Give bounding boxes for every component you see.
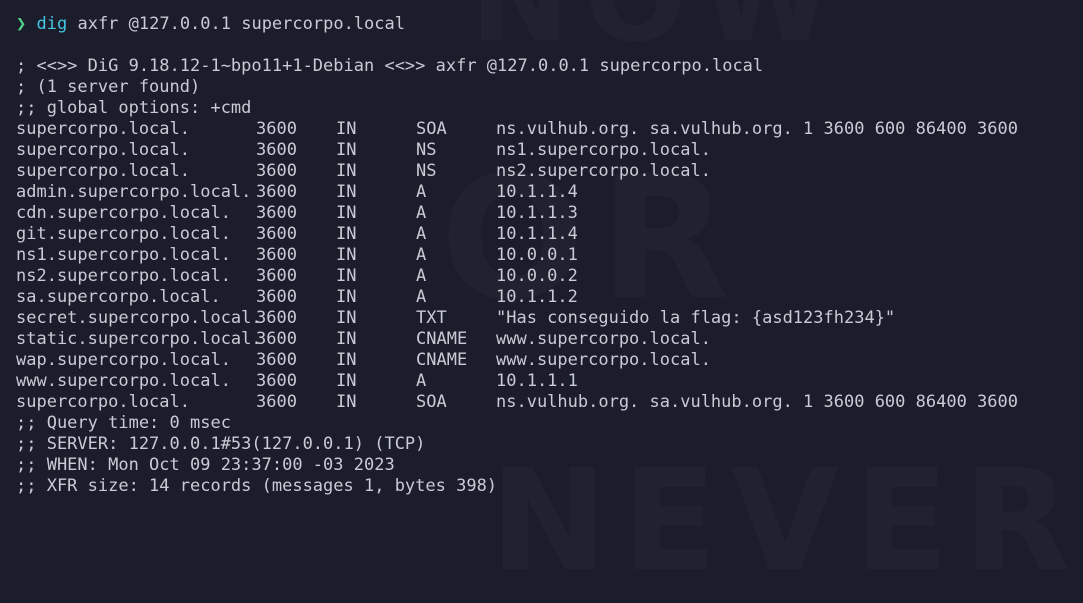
- record-type: TXT: [416, 308, 447, 328]
- record-class: IN: [336, 224, 357, 244]
- record-class: IN: [336, 182, 357, 202]
- record-data: ns.vulhub.org. sa.vulhub.org. 1 3600 600…: [496, 392, 1018, 412]
- record-data: www.supercorpo.local.: [496, 329, 711, 349]
- server-found-line: ; (1 server found): [16, 77, 201, 97]
- record-name: supercorpo.local.: [16, 161, 190, 181]
- background-watermark: NEVER: [490, 440, 1083, 603]
- record-class: IN: [336, 119, 357, 139]
- record-class: IN: [336, 287, 357, 307]
- server-line: ;; SERVER: 127.0.0.1#53(127.0.0.1) (TCP): [16, 434, 426, 454]
- record-data: 10.0.0.1: [496, 245, 578, 265]
- record-data: 10.1.1.3: [496, 203, 578, 223]
- record-class: IN: [336, 245, 357, 265]
- record-name: supercorpo.local.: [16, 119, 190, 139]
- record-type: SOA: [416, 119, 447, 139]
- record-ttl: 3600: [256, 119, 297, 139]
- command-prompt-line: ❯ dig axfr @127.0.0.1 supercorpo.local: [16, 14, 405, 35]
- record-data: 10.1.1.1: [496, 371, 578, 391]
- record-ttl: 3600: [256, 182, 297, 202]
- record-ttl: 3600: [256, 245, 297, 265]
- record-class: IN: [336, 266, 357, 286]
- record-class: IN: [336, 308, 357, 328]
- query-time-line: ;; Query time: 0 msec: [16, 413, 231, 433]
- record-data: 10.1.1.4: [496, 182, 578, 202]
- record-data: ns1.supercorpo.local.: [496, 140, 711, 160]
- record-name: git.supercorpo.local.: [16, 224, 231, 244]
- record-type: SOA: [416, 392, 447, 412]
- record-class: IN: [336, 350, 357, 370]
- record-data: ns2.supercorpo.local.: [496, 161, 711, 181]
- record-ttl: 3600: [256, 224, 297, 244]
- record-class: IN: [336, 140, 357, 160]
- record-type: NS: [416, 161, 437, 181]
- record-name: admin.supercorpo.local.: [16, 182, 252, 202]
- record-name: secret.supercorpo.local.: [16, 308, 262, 328]
- record-data: www.supercorpo.local.: [496, 350, 711, 370]
- record-class: IN: [336, 329, 357, 349]
- record-name: ns1.supercorpo.local.: [16, 245, 231, 265]
- record-data: 10.1.1.2: [496, 287, 578, 307]
- record-type: A: [416, 287, 427, 307]
- record-name: sa.supercorpo.local.: [16, 287, 221, 307]
- record-ttl: 3600: [256, 371, 297, 391]
- prompt-arrow-icon: ❯: [16, 14, 27, 34]
- record-name: supercorpo.local.: [16, 392, 190, 412]
- record-name: www.supercorpo.local.: [16, 371, 231, 391]
- record-ttl: 3600: [256, 203, 297, 223]
- record-type: A: [416, 182, 427, 202]
- command-name: dig: [36, 14, 68, 34]
- record-ttl: 3600: [256, 392, 297, 412]
- when-line: ;; WHEN: Mon Oct 09 23:37:00 -03 2023: [16, 455, 395, 475]
- record-name: supercorpo.local.: [16, 140, 190, 160]
- record-class: IN: [336, 392, 357, 412]
- command-args: axfr @127.0.0.1 supercorpo.local: [77, 14, 405, 34]
- record-type: NS: [416, 140, 437, 160]
- record-name: cdn.supercorpo.local.: [16, 203, 231, 223]
- record-class: IN: [336, 203, 357, 223]
- record-ttl: 3600: [256, 140, 297, 160]
- global-options-line: ;; global options: +cmd: [16, 98, 252, 118]
- record-type: A: [416, 224, 427, 244]
- record-class: IN: [336, 371, 357, 391]
- record-type: A: [416, 203, 427, 223]
- record-data: 10.0.0.2: [496, 266, 578, 286]
- record-data: 10.1.1.4: [496, 224, 578, 244]
- record-class: IN: [336, 161, 357, 181]
- record-ttl: 3600: [256, 329, 297, 349]
- terminal-window[interactable]: NOW OR NEVER ❯ dig axfr @127.0.0.1 super…: [0, 0, 1083, 511]
- record-type: CNAME: [416, 329, 468, 349]
- xfr-size-line: ;; XFR size: 14 records (messages 1, byt…: [16, 476, 498, 496]
- record-type: A: [416, 266, 427, 286]
- record-type: CNAME: [416, 350, 468, 370]
- record-ttl: 3600: [256, 287, 297, 307]
- record-ttl: 3600: [256, 266, 297, 286]
- record-ttl: 3600: [256, 161, 297, 181]
- record-data: "Has conseguido la flag: {asd123fh234}": [496, 308, 896, 328]
- dig-banner-line: ; <<>> DiG 9.18.12-1~bpo11+1-Debian <<>>…: [16, 56, 764, 76]
- record-type: A: [416, 245, 427, 265]
- record-data: ns.vulhub.org. sa.vulhub.org. 1 3600 600…: [496, 119, 1018, 139]
- record-name: wap.supercorpo.local.: [16, 350, 231, 370]
- record-ttl: 3600: [256, 350, 297, 370]
- record-name: static.supercorpo.local.: [16, 329, 262, 349]
- record-name: ns2.supercorpo.local.: [16, 266, 231, 286]
- record-type: A: [416, 371, 427, 391]
- record-ttl: 3600: [256, 308, 297, 328]
